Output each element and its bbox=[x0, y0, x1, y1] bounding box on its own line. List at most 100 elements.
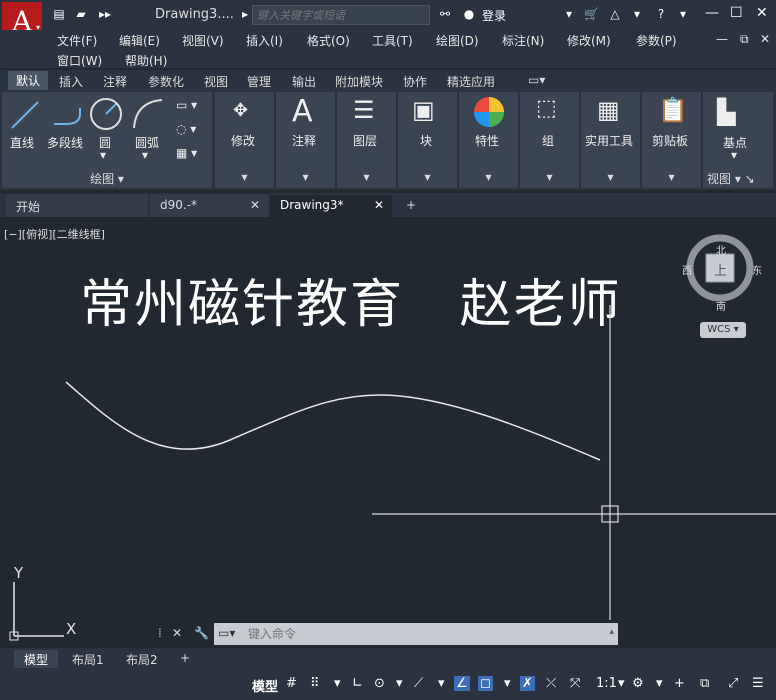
menu-tools[interactable]: 工具(T) bbox=[372, 32, 413, 49]
modify-panel[interactable]: ✥ 修改 ▾ bbox=[215, 92, 274, 188]
gear-icon[interactable]: ⚙ bbox=[632, 676, 644, 691]
polyline-icon[interactable] bbox=[50, 98, 86, 132]
menu-file[interactable]: 文件(F) bbox=[57, 32, 97, 49]
tab-view[interactable]: 视图 bbox=[204, 73, 228, 90]
layers-panel[interactable]: ☰ 图层 ▾ bbox=[337, 92, 396, 188]
utilities-panel[interactable]: ▦ 实用工具 ▾ bbox=[581, 92, 640, 188]
rectangle-icon[interactable]: ▭ ▾ bbox=[176, 98, 197, 112]
menu-window[interactable]: 窗口(W) bbox=[57, 52, 102, 69]
chevron-down-icon[interactable]: ▾ bbox=[276, 170, 335, 188]
tab-drawing3[interactable]: Drawing3* ✕ bbox=[270, 195, 392, 217]
help-icon[interactable]: ? bbox=[654, 7, 668, 21]
close-button[interactable]: ✕ bbox=[756, 5, 768, 21]
command-grip-icon[interactable]: ⁞ bbox=[158, 626, 162, 640]
chevron-down-icon[interactable]: ▾ bbox=[438, 676, 445, 691]
chevron-down-icon[interactable]: ▾ bbox=[520, 170, 579, 188]
chevron-right-icon[interactable]: ▸ bbox=[238, 7, 252, 21]
chevron-down-icon[interactable]: ▾ bbox=[630, 7, 644, 21]
chevron-down-icon[interactable]: ▾ bbox=[398, 170, 457, 188]
annotation-panel[interactable]: A 注释 ▾ bbox=[276, 92, 335, 188]
tab-annotate[interactable]: 注释 bbox=[103, 73, 127, 90]
chevron-down-icon[interactable]: ▾ bbox=[100, 148, 106, 162]
new-file-icon[interactable]: ▤ bbox=[52, 7, 66, 21]
plus-icon[interactable]: + bbox=[674, 676, 685, 691]
wrench-icon[interactable]: 🔧 bbox=[194, 626, 209, 640]
polyline-tool-label[interactable]: 多段线 bbox=[47, 134, 83, 151]
tab-parametric[interactable]: 参数化 bbox=[148, 73, 184, 90]
ortho-icon[interactable]: ∟ bbox=[352, 676, 363, 691]
tab-layout1[interactable]: 布局1 bbox=[62, 650, 114, 668]
properties-panel[interactable]: 特性 ▾ bbox=[459, 92, 518, 188]
doc-close-button[interactable]: ✕ bbox=[760, 32, 770, 46]
chevron-down-icon[interactable]: ▾ bbox=[656, 676, 663, 691]
viewcube-north[interactable]: 北 bbox=[716, 242, 726, 257]
grid-icon[interactable]: # bbox=[286, 676, 297, 691]
menu-insert[interactable]: 插入(I) bbox=[246, 32, 283, 49]
chevron-down-icon[interactable]: ▾ bbox=[396, 676, 403, 691]
chevron-down-icon[interactable]: ▾ bbox=[504, 676, 511, 691]
chevron-down-icon[interactable]: ▾ bbox=[142, 148, 148, 162]
group-panel[interactable]: ⬚ 组 ▾ bbox=[520, 92, 579, 188]
auto-scale-icon[interactable]: ⤫ bbox=[546, 676, 556, 691]
scale-label[interactable]: 1:1 bbox=[596, 676, 617, 691]
menu-edit[interactable]: 编辑(E) bbox=[119, 32, 160, 49]
user-icon[interactable]: ● bbox=[462, 7, 476, 21]
clipboard-panel[interactable]: 📋 剪贴板 ▾ bbox=[642, 92, 701, 188]
doc-restore-button[interactable]: ⧉ bbox=[740, 32, 749, 47]
annotation-visibility-icon[interactable]: ✗ bbox=[520, 676, 535, 691]
drawing-canvas[interactable]: [−][俯视][二维线框] 常州磁针教育 赵老师 北 南 东 西 上 WCS ▾… bbox=[0, 220, 776, 648]
tab-manage[interactable]: 管理 bbox=[247, 73, 271, 90]
snap-icon[interactable]: ⠿ bbox=[310, 676, 320, 691]
menu-dimension[interactable]: 标注(N) bbox=[502, 32, 544, 49]
search-input[interactable] bbox=[253, 6, 429, 24]
binoculars-icon[interactable]: ⚯ bbox=[438, 7, 452, 21]
menu-parameter[interactable]: 参数(P) bbox=[636, 32, 677, 49]
chevron-down-icon[interactable]: ▾ bbox=[618, 676, 625, 691]
chevron-down-icon[interactable]: ▾ bbox=[337, 170, 396, 188]
viewcube-east[interactable]: 东 bbox=[752, 262, 762, 277]
view-panel-title[interactable]: 视图 ▾ ↘ bbox=[703, 170, 773, 188]
minimize-button[interactable]: — bbox=[705, 5, 719, 21]
chevron-up-icon[interactable]: ▴ bbox=[609, 627, 614, 637]
search-box[interactable] bbox=[252, 5, 430, 25]
spline-curve[interactable] bbox=[65, 381, 601, 461]
workspace-icon[interactable]: ⧉ bbox=[700, 676, 709, 691]
dynamic-input-icon[interactable]: ∠ bbox=[454, 676, 470, 691]
ribbon-options-icon[interactable]: ▭▾ bbox=[528, 73, 545, 87]
more-tools-icon[interactable]: ▸▸ bbox=[98, 7, 112, 21]
menu-view[interactable]: 视图(V) bbox=[182, 32, 224, 49]
circle-icon[interactable] bbox=[88, 96, 124, 132]
chevron-down-icon[interactable]: ▾ bbox=[334, 676, 341, 691]
chevron-down-icon[interactable]: ▾ bbox=[676, 7, 690, 21]
tab-default[interactable]: 默认 bbox=[8, 71, 49, 90]
command-line[interactable]: ▭▾ ▴ bbox=[214, 623, 618, 645]
maximize-button[interactable]: ☐ bbox=[730, 5, 743, 21]
hatch-icon[interactable]: ▦ ▾ bbox=[176, 146, 197, 160]
cart-icon[interactable]: 🛒 bbox=[584, 7, 599, 21]
new-tab-button[interactable]: + bbox=[396, 195, 426, 217]
chevron-down-icon[interactable]: ▾ bbox=[581, 170, 640, 188]
ellipse-icon[interactable]: ◌ ▾ bbox=[176, 122, 196, 136]
command-prompt-icon[interactable]: ▭▾ bbox=[218, 626, 235, 640]
tab-insert[interactable]: 插入 bbox=[59, 73, 83, 90]
menu-format[interactable]: 格式(O) bbox=[307, 32, 350, 49]
doc-minimize-button[interactable]: — bbox=[716, 32, 728, 46]
command-input[interactable] bbox=[248, 623, 608, 645]
viewcube-south[interactable]: 南 bbox=[716, 298, 726, 313]
fullscreen-icon[interactable]: ⤢ bbox=[728, 676, 738, 691]
add-layout-button[interactable]: + bbox=[170, 650, 200, 668]
tab-layout2[interactable]: 布局2 bbox=[116, 650, 168, 668]
login-button[interactable]: 登录 bbox=[482, 7, 506, 24]
polar-icon[interactable]: ⊙ bbox=[374, 676, 385, 691]
osnap-tracking-icon[interactable]: ⟋ bbox=[414, 676, 423, 691]
block-panel[interactable]: ▣ 块 ▾ bbox=[398, 92, 457, 188]
tab-start[interactable]: 开始 bbox=[6, 195, 148, 217]
chevron-down-icon[interactable]: ▾ bbox=[731, 148, 737, 162]
model-space-button[interactable]: 模型 bbox=[252, 676, 278, 695]
menu-help[interactable]: 帮助(H) bbox=[125, 52, 167, 69]
line-tool-label[interactable]: 直线 bbox=[10, 134, 34, 151]
tab-output[interactable]: 输出 bbox=[292, 73, 316, 90]
line-icon[interactable] bbox=[8, 98, 42, 132]
chevron-down-icon[interactable]: ▾ bbox=[642, 170, 701, 188]
viewcube-top-label[interactable]: 上 bbox=[714, 260, 727, 279]
